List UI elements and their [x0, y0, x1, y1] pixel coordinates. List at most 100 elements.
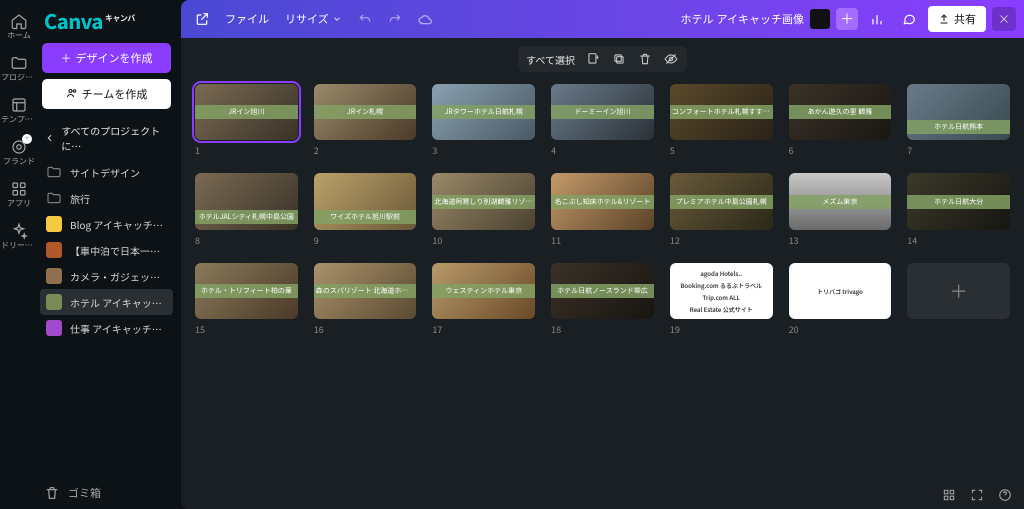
page-thumbnail[interactable]: 名こぶし知床ホテル&リゾート: [551, 173, 654, 229]
add-page-card[interactable]: ＋: [907, 263, 1010, 319]
page-thumbnail[interactable]: JRタワーホテル日航札幌: [432, 84, 535, 140]
page-thumbnail[interactable]: ホテル日航ノースランド帯広: [551, 263, 654, 319]
upload-icon: [938, 13, 950, 25]
page-thumbnail[interactable]: ワイズホテル旭川駅前: [314, 173, 417, 229]
page-thumbnail[interactable]: JRイン札幌: [314, 84, 417, 140]
page-thumbnail[interactable]: 北海道阿寒しり別湖鶴雅リゾート: [432, 173, 535, 229]
rail-item-apps[interactable]: アプリ: [0, 174, 38, 214]
sidebar-item-label: サイトデザイン: [70, 165, 140, 180]
sidebar-item[interactable]: 仕事 アイキャッチ画像: [40, 315, 173, 341]
folder-icon: [46, 190, 62, 206]
close-button[interactable]: [992, 7, 1016, 31]
cloud-icon: [417, 11, 433, 27]
undo-button[interactable]: [352, 6, 378, 32]
page-thumbnail[interactable]: 森のスパリゾート 北海道ホテル: [314, 263, 417, 319]
page-thumbnail[interactable]: ドーミーイン旭川: [551, 84, 654, 140]
page-title-band: 北海道阿寒しり別湖鶴雅リゾート: [432, 195, 535, 209]
page-title-band: コンフォートホテル札幌すすきの: [670, 105, 773, 119]
rail-item-home[interactable]: ホーム: [0, 6, 38, 46]
file-menu[interactable]: ファイル: [219, 11, 275, 27]
main: ファイル リサイズ ＋ 共有 すべて選択: [181, 0, 1024, 509]
page-thumbnail[interactable]: ホテル日航大分: [907, 173, 1010, 229]
page-index: 6: [789, 144, 892, 157]
template-icon: [10, 96, 28, 114]
sidebar-item-label: 【車中泊で日本一周ひと…: [70, 243, 167, 258]
page-title-band: ドーミーイン旭川: [551, 105, 654, 119]
cloud-sync-button[interactable]: [412, 6, 438, 32]
sidebar-item[interactable]: サイトデザイン: [40, 159, 173, 185]
page-cell: ホテルJALシティ札幌中島公園 8: [195, 173, 298, 246]
grid-view-button[interactable]: [940, 486, 958, 504]
add-page-icon: [586, 52, 600, 66]
design-title-input[interactable]: [674, 13, 804, 25]
page-thumbnail[interactable]: トリバゴ trivago: [789, 263, 892, 319]
page-title-band: 名こぶし知床ホテル&リゾート: [551, 195, 654, 209]
page-cell: コンフォートホテル札幌すすきの 5: [670, 84, 773, 157]
page-index: 16: [314, 323, 417, 336]
page-thumbnail[interactable]: ウェスティンホテル東京: [432, 263, 535, 319]
create-team-button[interactable]: チームを作成: [42, 79, 171, 109]
page-cell: ワイズホテル旭川駅前 9: [314, 173, 417, 246]
add-page-button[interactable]: [585, 51, 601, 67]
brand-logo[interactable]: Canvaキャンバ: [42, 6, 171, 37]
page-thumbnail[interactable]: ホテル・トリフィート柏の葉: [195, 263, 298, 319]
sidebar-item[interactable]: 【車中泊で日本一周ひと…: [40, 237, 173, 263]
share-button[interactable]: 共有: [928, 6, 986, 32]
page-toolbar: すべて選択: [518, 46, 687, 72]
redo-button[interactable]: [382, 6, 408, 32]
page-title-band: ホテル・トリフィート柏の葉: [195, 284, 298, 298]
page-cell: JRイン札幌 2: [314, 84, 417, 157]
rail-label: ホーム: [7, 32, 31, 40]
page-title-band: JRイン札幌: [314, 105, 417, 119]
sidebar-item[interactable]: カメラ・ガジェット アイ…: [40, 263, 173, 289]
topbar: ファイル リサイズ ＋ 共有: [181, 0, 1024, 38]
rail-label: プロジェク…: [1, 74, 37, 82]
back-to-projects[interactable]: すべてのプロジェクトに…: [38, 117, 175, 159]
page-thumbnail[interactable]: コンフォートホテル札幌すすきの: [670, 84, 773, 140]
rail-label: ドリームラ…: [1, 242, 37, 250]
resize-menu[interactable]: リサイズ: [279, 11, 348, 27]
page-thumbnail[interactable]: JRイン旭川: [195, 84, 298, 140]
add-collaborator-button[interactable]: ＋: [836, 8, 858, 30]
page-index: 8: [195, 234, 298, 247]
trash[interactable]: ゴミ箱: [38, 477, 175, 509]
sidebar-item[interactable]: ホテル アイキャッチ画像: [40, 289, 173, 315]
page-index: 5: [670, 144, 773, 157]
fullscreen-button[interactable]: [968, 486, 986, 504]
trash-label: ゴミ箱: [68, 485, 101, 501]
rail-item-brand[interactable]: + ブランド: [0, 132, 38, 172]
select-all-button[interactable]: すべて選択: [526, 52, 575, 67]
rail-item-template[interactable]: テンプレー…: [0, 90, 38, 130]
open-external-button[interactable]: [189, 6, 215, 32]
page-thumbnail[interactable]: ホテル日航熊本: [907, 84, 1010, 140]
rail-item-folder[interactable]: プロジェク…: [0, 48, 38, 88]
hide-button[interactable]: [663, 51, 679, 67]
page-index: 12: [670, 234, 773, 247]
page-cell: プレミアホテル中島公園札幌 12: [670, 173, 773, 246]
duplicate-icon: [612, 52, 626, 66]
page-cell: ウェスティンホテル東京 17: [432, 263, 535, 336]
page-thumbnail[interactable]: agoda Hotels..Booking.com るるぶトラベルTrip.co…: [670, 263, 773, 319]
page-thumbnail[interactable]: あかん遊久の里 鶴雅: [789, 84, 892, 140]
analytics-button[interactable]: [864, 6, 890, 32]
chevron-down-icon: [332, 14, 342, 24]
help-button[interactable]: [996, 486, 1014, 504]
sidebar-item[interactable]: 旅行: [40, 185, 173, 211]
page-thumbnail[interactable]: プレミアホテル中島公園札幌: [670, 173, 773, 229]
create-design-button[interactable]: ＋ デザインを作成: [42, 43, 171, 73]
pages-grid-wrapper: JRイン旭川 1 JRイン札幌 2 JRタワーホテル日航札幌 3: [181, 72, 1024, 481]
sidebar-item-label: カメラ・ガジェット アイ…: [70, 269, 167, 284]
comment-button[interactable]: [896, 6, 922, 32]
page-index: 15: [195, 323, 298, 336]
page-cell-add: ＋: [907, 263, 1010, 336]
sidebar-item-label: 旅行: [70, 191, 90, 206]
sidebar-item[interactable]: Blog アイキャッチ画像: [40, 211, 173, 237]
page-thumbnail[interactable]: ホテルJALシティ札幌中島公園: [195, 173, 298, 229]
delete-button[interactable]: [637, 51, 653, 67]
page-cell: JRイン旭川 1: [195, 84, 298, 157]
user-avatar[interactable]: [810, 9, 830, 29]
page-cell: agoda Hotels..Booking.com るるぶトラベルTrip.co…: [670, 263, 773, 336]
rail-item-sparkle[interactable]: ドリームラ…: [0, 216, 38, 256]
duplicate-button[interactable]: [611, 51, 627, 67]
page-thumbnail[interactable]: メズム東京: [789, 173, 892, 229]
